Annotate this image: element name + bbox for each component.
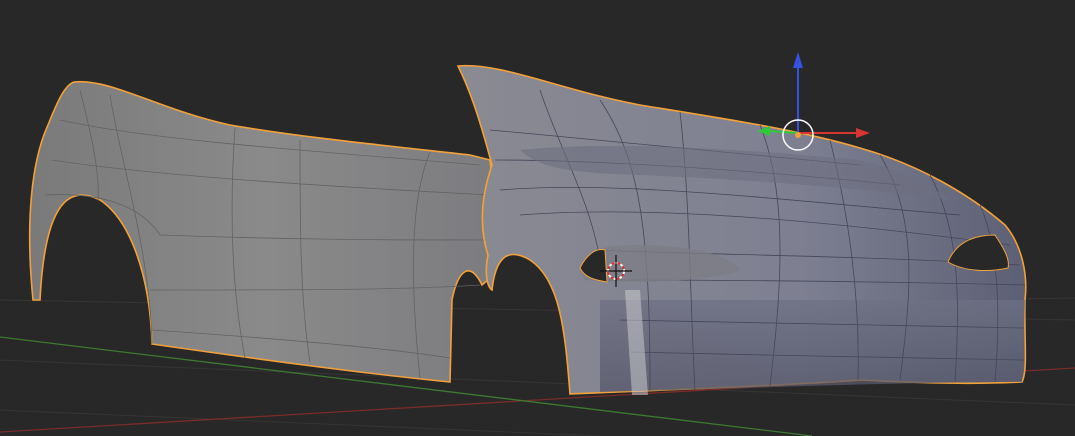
- 3d-viewport[interactable]: [0, 0, 1075, 436]
- rear-body-panel[interactable]: [28, 80, 501, 383]
- object-origin-icon: [795, 132, 801, 138]
- front-bumper-region: [600, 300, 1025, 392]
- z-axis-arrow-head[interactable]: [793, 52, 803, 68]
- viewport-canvas[interactable]: [0, 0, 1075, 436]
- x-axis-arrow-head[interactable]: [856, 128, 870, 138]
